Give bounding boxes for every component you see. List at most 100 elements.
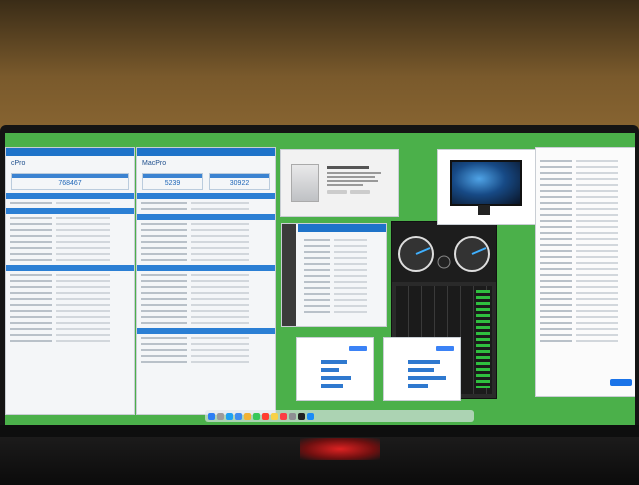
notes-icon[interactable] [271,412,278,420]
score-card: 768467 [11,173,129,190]
benchmark-window-1[interactable] [296,337,374,401]
system-information-window[interactable] [281,223,387,327]
imac-pro-image [450,160,522,206]
speed-gauges [398,236,490,272]
center-logo [437,255,451,269]
info-row [10,272,130,277]
imac-product-window[interactable] [437,149,537,225]
info-row [141,233,271,238]
launchpad-icon[interactable] [217,412,224,420]
window-title: MacPro [142,160,167,167]
score-box: 5239 30922 [142,173,270,190]
info-row [141,353,271,358]
info-row [141,308,271,313]
safari-icon[interactable] [226,412,233,420]
messages-icon[interactable] [253,412,260,420]
info-row [10,233,130,238]
section-header [6,265,134,271]
info-row [10,239,130,244]
info-row [10,314,130,319]
info-row [141,290,271,295]
settings-icon[interactable] [289,412,296,420]
single-core-score-card: 5239 [142,173,203,190]
red-led-glow [300,438,380,460]
calendar-icon[interactable] [262,412,269,420]
info-row [10,338,130,343]
run-button[interactable] [349,346,367,351]
info-row [141,335,271,340]
info-row [141,206,271,211]
dock [205,410,474,422]
info-row [10,221,130,226]
info-row [141,359,271,364]
info-row [141,251,271,256]
sidebar [282,224,296,326]
info-row [10,227,130,232]
info-row [10,326,130,331]
imac-stand [478,205,490,215]
info-row [10,215,130,220]
info-row [10,296,130,301]
single-core-score: 5239 [164,180,181,187]
info-row [10,278,130,283]
score-value: 768467 [58,180,82,187]
music-icon[interactable] [280,412,287,420]
info-row [141,314,271,319]
info-row [10,320,130,325]
section-header [137,214,275,220]
info-row [141,278,271,283]
info-row [141,257,271,262]
multi-core-score: 30922 [229,180,250,187]
info-row [141,296,271,301]
info-row [10,257,130,262]
wall-background [0,0,639,140]
appstore-icon[interactable] [307,412,314,420]
info-row [141,284,271,289]
monitor-bezel-bottom [0,425,639,437]
run-button[interactable] [436,346,454,351]
multi-core-score-card: 30922 [209,173,270,190]
info-row [141,272,271,277]
window-header [137,148,275,156]
section-header [6,208,134,214]
terminal-icon[interactable] [298,412,305,420]
window-header [6,148,134,156]
section-header [6,193,134,199]
info-row [141,320,271,325]
info-row [10,332,130,337]
about-this-mac-window[interactable] [280,149,399,217]
section-header [137,328,275,334]
mail-icon[interactable] [235,412,242,420]
add-to-bag-button[interactable] [610,379,632,386]
about-text-block [327,166,387,194]
info-row [141,302,271,307]
section-header [137,265,275,271]
monitor-screen: cPro 768467 MacPro 5239 30922 [5,133,635,425]
geekbench-window-left[interactable]: cPro 768467 [5,147,135,415]
score-box: 768467 [11,173,129,190]
geekbench-window-right[interactable]: MacPro 5239 30922 [136,147,276,415]
mac-pro-image [291,164,319,202]
info-row [141,200,271,205]
info-row [10,245,130,250]
info-row [10,284,130,289]
section-header [137,193,275,199]
info-row [141,239,271,244]
apple-store-configurator[interactable] [535,147,635,397]
info-row [141,227,271,232]
finder-icon[interactable] [208,412,215,420]
info-row [141,245,271,250]
info-row [10,200,130,205]
gauge-panel [392,222,496,282]
info-row [141,341,271,346]
info-row [10,308,130,313]
window-title: cPro [11,160,26,167]
info-list [300,236,382,315]
info-row [10,251,130,256]
photos-icon[interactable] [244,412,251,420]
info-row [10,290,130,295]
window-header [298,224,386,232]
info-row [141,221,271,226]
info-row [10,302,130,307]
benchmark-window-2[interactable] [383,337,461,401]
